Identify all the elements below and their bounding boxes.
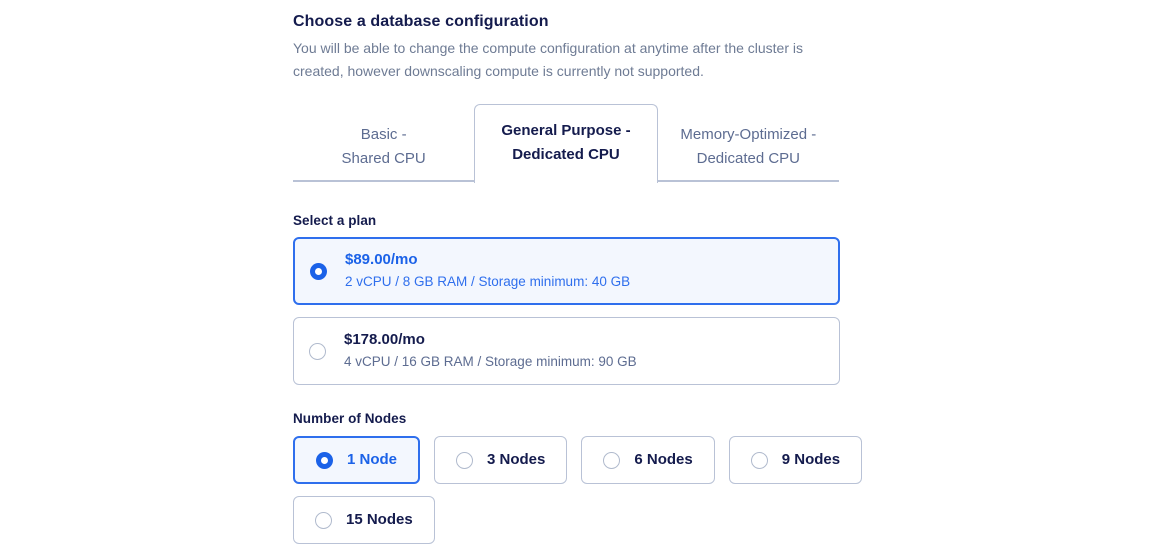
node-options-row: 1 Node 3 Nodes 6 Nodes 9 Nodes [293, 436, 863, 484]
node-option-9[interactable]: 9 Nodes [728, 436, 863, 484]
node-option-label: 9 Nodes [781, 451, 841, 468]
plan-price: $89.00/mo [345, 251, 418, 268]
plan-price: $178.00/mo [344, 331, 425, 348]
tab-label-line1: General Purpose - [501, 122, 631, 139]
node-option-3[interactable]: 3 Nodes [434, 436, 568, 484]
configuration-tabs: Basic - Shared CPU General Purpose - Ded… [293, 104, 839, 183]
radio-unselected-icon[interactable] [315, 511, 332, 529]
plan-specs: 2 vCPU / 8 GB RAM / Storage minimum: 40 … [345, 274, 631, 289]
radio-unselected-icon[interactable] [456, 451, 474, 469]
node-option-label: 6 Nodes [634, 451, 693, 468]
plan-options-list: $89.00/mo 2 vCPU / 8 GB RAM / Storage mi… [293, 237, 841, 385]
page-description: You will be able to change the compute c… [293, 40, 804, 79]
node-option-1[interactable]: 1 Node [293, 436, 421, 484]
node-options-row: 15 Nodes [293, 496, 841, 544]
number-of-nodes-label: Number of Nodes [293, 411, 407, 426]
node-option-15[interactable]: 15 Nodes [293, 496, 435, 544]
radio-unselected-icon[interactable] [750, 451, 768, 469]
radio-selected-icon[interactable] [316, 451, 333, 469]
tab-label-line2: Shared CPU [341, 150, 426, 167]
database-configuration-page: Choose a database configuration You will… [0, 0, 1150, 558]
node-options-group: 1 Node 3 Nodes 6 Nodes 9 Nodes 15 Nodes [293, 436, 863, 544]
plan-specs: 4 vCPU / 16 GB RAM / Storage minimum: 90… [344, 354, 637, 369]
tab-label-line2: Dedicated CPU [512, 146, 620, 163]
plan-option-178[interactable]: $178.00/mo 4 vCPU / 16 GB RAM / Storage … [293, 317, 840, 385]
tab-basic-shared-cpu[interactable]: Basic - Shared CPU [293, 115, 475, 182]
tab-general-purpose-dedicated-cpu[interactable]: General Purpose - Dedicated CPU [474, 104, 658, 183]
node-option-label: 1 Node [347, 451, 398, 468]
radio-unselected-icon[interactable] [309, 342, 326, 360]
page-title: Choose a database configuration [293, 13, 549, 30]
tab-label-line1: Memory-Optimized - [680, 126, 817, 143]
select-a-plan-label: Select a plan [293, 213, 377, 228]
tab-label-line2: Dedicated CPU [696, 150, 801, 167]
content-column: Choose a database configuration You will… [293, 0, 863, 544]
radio-selected-icon[interactable] [310, 262, 327, 280]
radio-unselected-icon[interactable] [603, 451, 621, 469]
node-option-label: 15 Nodes [346, 511, 413, 528]
tab-memory-optimized-dedicated-cpu[interactable]: Memory-Optimized - Dedicated CPU [657, 115, 839, 182]
plan-text-block: $89.00/mo 2 vCPU / 8 GB RAM / Storage mi… [345, 250, 630, 292]
tab-label-line1: Basic - [360, 126, 407, 143]
node-option-6[interactable]: 6 Nodes [581, 436, 715, 484]
plan-text-block: $178.00/mo 4 vCPU / 16 GB RAM / Storage … [344, 330, 637, 372]
node-option-label: 3 Nodes [487, 451, 546, 468]
plan-option-89[interactable]: $89.00/mo 2 vCPU / 8 GB RAM / Storage mi… [293, 237, 840, 305]
